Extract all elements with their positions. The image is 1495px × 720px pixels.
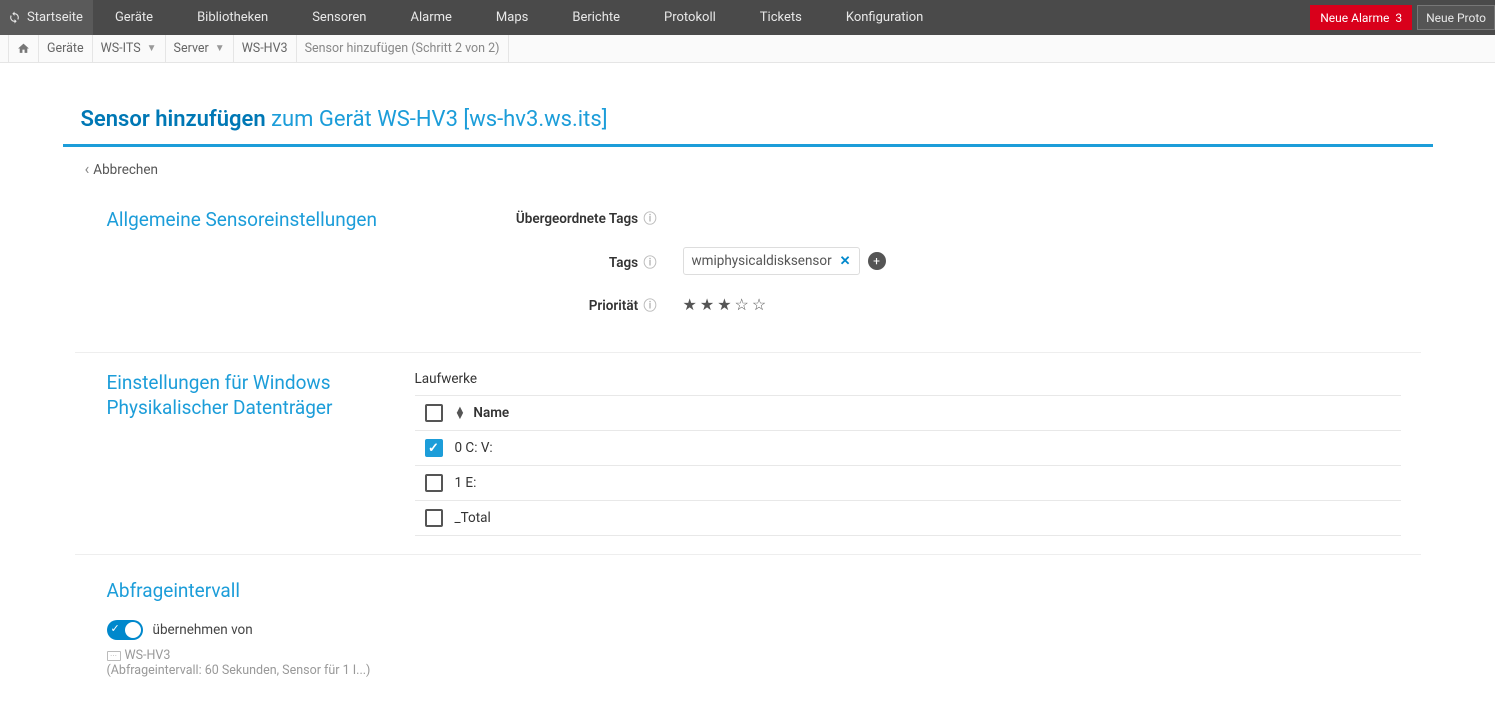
drive-checkbox[interactable] (425, 509, 443, 527)
refresh-icon (8, 11, 21, 24)
priority-stars: ★ ★ ★ ☆ ☆ (683, 295, 767, 314)
star-5[interactable]: ☆ (752, 295, 766, 314)
page-title: Sensor hinzufügen zum Gerät WS-HV3 [ws-h… (63, 93, 1433, 147)
inherit-detail: (Abfrageintervall: 60 Sekunden, Sensor f… (107, 663, 1389, 678)
breadcrumb-devices[interactable]: Geräte (39, 35, 93, 62)
top-nav: Startseite Geräte Bibliotheken Sensoren … (0, 0, 1495, 35)
nav-libraries[interactable]: Bibliotheken (175, 0, 290, 35)
star-3[interactable]: ★ (717, 295, 731, 314)
priority-label: Priorität (589, 298, 638, 314)
nav-config[interactable]: Konfiguration (824, 0, 945, 35)
breadcrumb-home[interactable] (8, 35, 39, 62)
section-disk: Einstellungen für Windows Physikalischer… (75, 353, 1421, 555)
chevron-down-icon: ▼ (215, 43, 225, 54)
tag-chip: wmiphysicaldisksensor ✕ (683, 247, 860, 275)
help-icon[interactable]: ⓘ (643, 256, 656, 271)
add-tag-button[interactable]: + (868, 252, 886, 270)
nav-log[interactable]: Protokoll (642, 0, 738, 35)
drives-table: ▲▼ Name 0 C: V: 1 E: _Total (415, 395, 1401, 536)
breadcrumb-wsits[interactable]: WS-ITS▼ (93, 35, 166, 62)
nav-devices[interactable]: Geräte (93, 0, 175, 35)
nav-sensors[interactable]: Sensoren (290, 0, 388, 35)
drive-checkbox[interactable] (425, 439, 443, 457)
breadcrumb: Geräte WS-ITS▼ Server▼ WS-HV3 Sensor hin… (0, 35, 1495, 63)
nav-label: Startseite (27, 10, 83, 25)
nav-maps[interactable]: Maps (474, 0, 550, 35)
home-icon (17, 42, 30, 55)
main-container: Sensor hinzufügen zum Gerät WS-HV3 [ws-h… (63, 93, 1433, 702)
tag-text: wmiphysicaldisksensor (692, 253, 832, 269)
new-alarms-badge[interactable]: Neue Alarme 3 (1310, 5, 1412, 30)
remove-tag-icon[interactable]: ✕ (840, 254, 851, 269)
breadcrumb-wshv3[interactable]: WS-HV3 (234, 35, 297, 62)
check-icon: ✓ (111, 622, 120, 635)
section-general-title: Allgemeine Sensoreinstellungen (75, 208, 415, 334)
interval-title: Abfrageintervall (107, 579, 1389, 602)
drive-row[interactable]: 0 C: V: (415, 431, 1401, 466)
drive-checkbox[interactable] (425, 474, 443, 492)
cancel-link[interactable]: Abbrechen (85, 162, 158, 178)
drive-name: 0 C: V: (455, 440, 493, 456)
star-1[interactable]: ★ (683, 295, 697, 314)
drive-row[interactable]: 1 E: (415, 466, 1401, 501)
chevron-down-icon: ▼ (147, 43, 157, 54)
alarm-label: Neue Alarme (1320, 11, 1389, 25)
nav-tickets[interactable]: Tickets (738, 0, 824, 35)
section-interval: Abfrageintervall ✓ übernehmen von ⋯ WS-H… (63, 555, 1433, 702)
section-general: Allgemeine Sensoreinstellungen Übergeord… (75, 190, 1421, 353)
inherit-device: ⋯ WS-HV3 (107, 648, 1389, 663)
drive-row[interactable]: _Total (415, 501, 1401, 536)
sort-icon[interactable]: ▲▼ (455, 407, 466, 419)
drives-label: Laufwerke (415, 371, 1401, 387)
inherit-label: übernehmen von (153, 622, 253, 638)
help-icon[interactable]: ⓘ (643, 299, 656, 314)
nav-home[interactable]: Startseite (0, 0, 93, 35)
column-name: Name (473, 405, 509, 421)
select-all-checkbox[interactable] (425, 404, 443, 422)
drive-name: _Total (455, 510, 491, 526)
star-4[interactable]: ☆ (735, 295, 749, 314)
breadcrumb-server[interactable]: Server▼ (166, 35, 234, 62)
nav-reports[interactable]: Berichte (550, 0, 642, 35)
nav-alarms[interactable]: Alarme (388, 0, 473, 35)
inherit-toggle[interactable]: ✓ (107, 620, 143, 640)
breadcrumb-current: Sensor hinzufügen (Schritt 2 von 2) (297, 35, 509, 62)
new-proto-button[interactable]: Neue Proto (1417, 5, 1495, 30)
drive-name: 1 E: (455, 475, 477, 491)
parent-tags-label: Übergeordnete Tags (516, 211, 638, 227)
alarm-count: 3 (1395, 11, 1402, 25)
help-icon[interactable]: ⓘ (643, 212, 656, 227)
star-2[interactable]: ★ (700, 295, 714, 314)
section-disk-title: Einstellungen für Windows Physikalischer… (75, 371, 415, 536)
drives-header: ▲▼ Name (415, 396, 1401, 431)
tags-label: Tags (609, 255, 638, 271)
device-icon: ⋯ (107, 651, 121, 661)
